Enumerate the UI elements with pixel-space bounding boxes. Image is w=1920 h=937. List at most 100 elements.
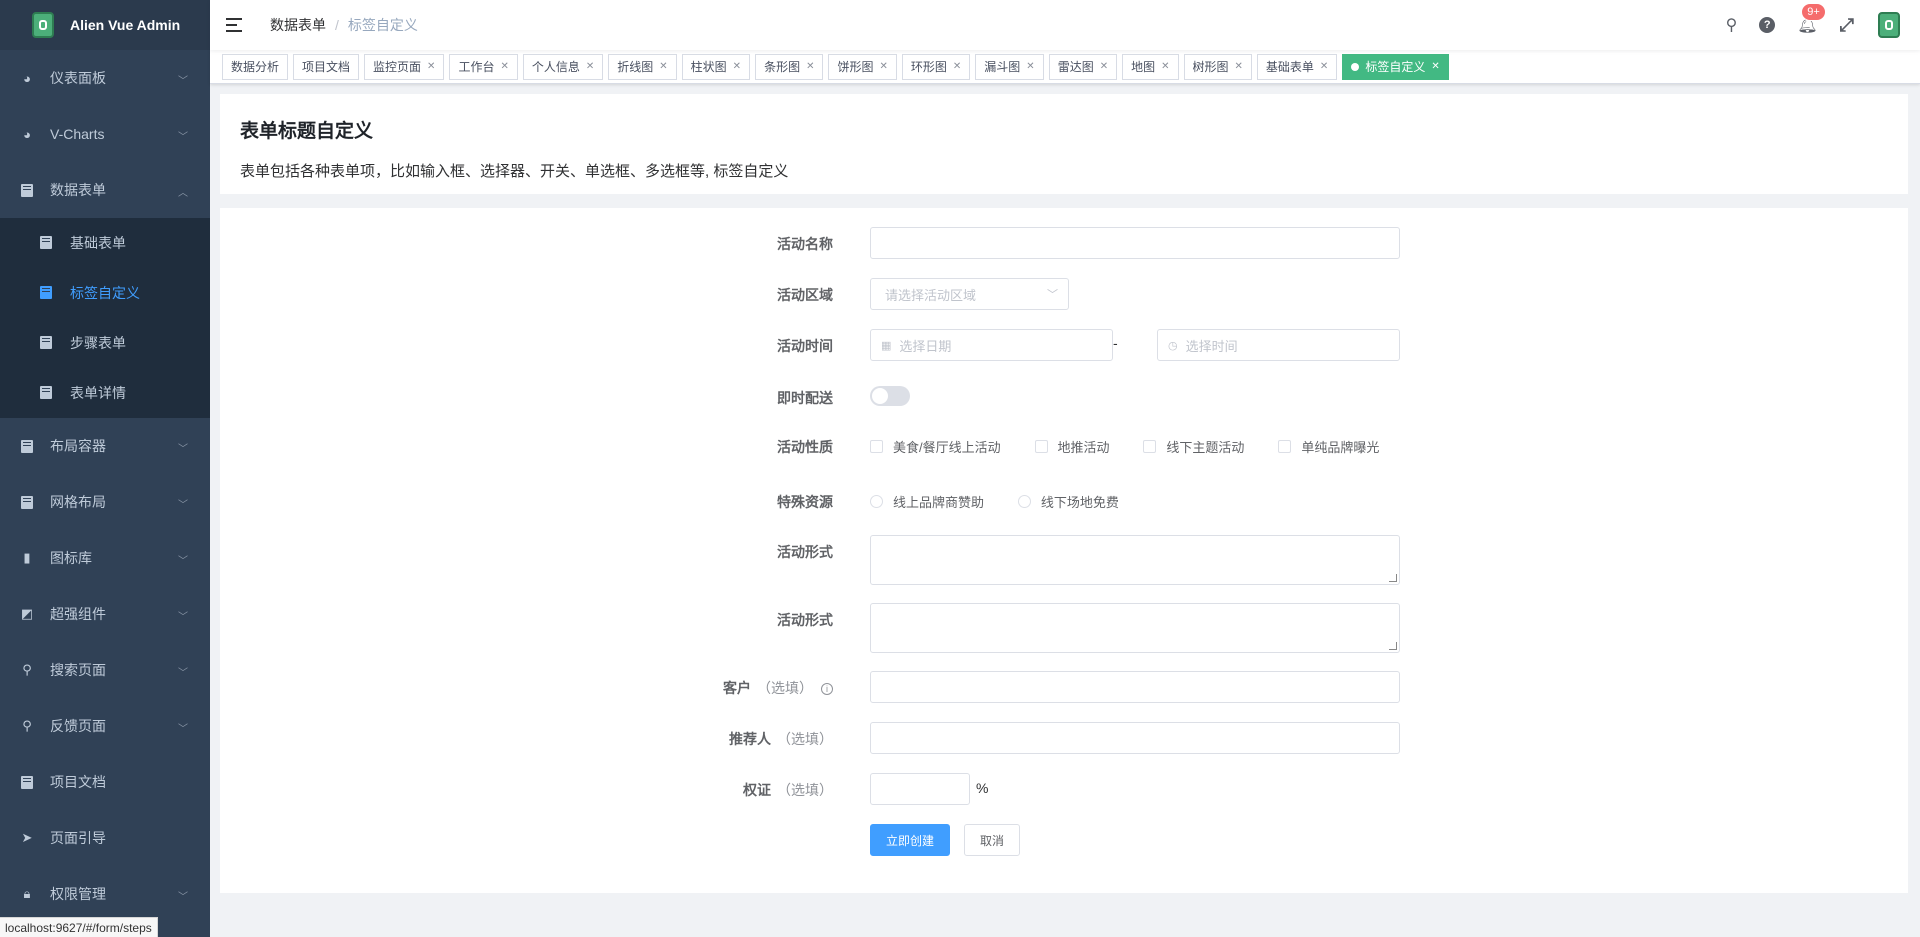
field-label: 活动形式 [777,544,833,560]
sidebar-item-label: 布局容器 [50,438,106,454]
sidebar-subitem-basic-form[interactable]: 基础表单 [0,218,210,268]
delivery-switch[interactable] [870,386,910,406]
close-icon[interactable]: ✕ [879,55,887,79]
date-picker[interactable]: ▦ 选择日期 [870,329,1113,361]
time-picker[interactable]: ◷ 选择时间 [1157,329,1400,361]
close-icon[interactable]: ✕ [953,55,961,79]
time-placeholder: 选择时间 [1185,338,1238,354]
client-input[interactable] [870,671,1400,703]
tag-item[interactable]: 数据分析 [222,53,289,80]
close-icon[interactable]: ✕ [1026,55,1034,79]
tag-item-active[interactable]: 标签自定义 ✕ [1342,53,1449,80]
close-icon[interactable]: ✕ [1235,55,1243,79]
sidebar-item-docs[interactable]: 项目文档 [0,754,210,810]
type-checkbox[interactable]: 线下主题活动 [1143,437,1244,456]
region-select[interactable]: 请选择活动区域 ﹀ [870,278,1069,310]
tag-item[interactable]: 饼形图 ✕ [828,53,897,80]
tag-item[interactable]: 条形图 ✕ [755,53,824,80]
sidebar-item-components[interactable]: ◩ 超强组件 ﹀ [0,586,210,642]
info-icon[interactable]: i [821,683,833,695]
equity-input[interactable] [870,773,970,805]
tag-item[interactable]: 监控页面 ✕ [364,53,445,80]
sidebar-item-vcharts[interactable]: ◕ V-Charts ﹀ [0,106,210,162]
sidebar-item-dashboard[interactable]: ◕ 仪表面板 ﹀ [0,50,210,106]
sidebar-subitem-step-form[interactable]: 步骤表单 [0,318,210,368]
checkbox-box [1034,440,1048,453]
resource-radio[interactable]: 线下场地免费 [1017,492,1119,511]
tag-label: 柱状图 [690,59,727,74]
tag-item[interactable]: 雷达图 ✕ [1048,53,1118,80]
sidebar-item-permission[interactable]: 🔒︎ 权限管理 ﹀ [0,866,210,922]
breadcrumb-current: 标签自定义 [347,17,418,33]
close-icon[interactable]: ✕ [1100,55,1108,79]
referrer-input[interactable] [870,722,1400,754]
sidebar-subitem-form-detail[interactable]: 表单详情 [0,368,210,418]
tag-item[interactable]: 漏斗图 ✕ [975,53,1044,80]
field-label: 活动形式 [777,612,833,628]
resource-radio[interactable]: 线上品牌商赞助 [870,492,984,511]
sidebar-item-layout[interactable]: 布局容器 ﹀ [0,418,210,474]
close-icon[interactable]: ✕ [806,55,814,79]
sidebar-item-icons[interactable]: ▮ 图标库 ﹀ [0,530,210,586]
sidebar-item-search[interactable]: ⚲ 搜索页面 ﹀ [0,642,210,698]
close-icon[interactable]: ✕ [586,55,594,79]
tag-item[interactable]: 折线图 ✕ [608,53,677,80]
tag-item[interactable]: 环形图 ✕ [901,53,971,80]
activity-form-textarea-2[interactable] [870,603,1400,653]
close-icon[interactable]: ✕ [500,55,508,79]
page-title: 表单标题自定义 [240,121,374,142]
hamburger-icon[interactable] [226,17,244,33]
sidebar-item-data-form[interactable]: 数据表单 ︿ [0,162,210,218]
tag-label: 环形图 [910,59,947,74]
activity-name-input[interactable] [870,227,1400,259]
tag-item[interactable]: 工作台 ✕ [449,53,518,80]
sidebar-item-grid[interactable]: 网格布局 ﹀ [0,474,210,530]
fullscreen-icon[interactable]: ⤢ [1840,15,1854,36]
sidebar-item-guide[interactable]: ➤ 页面引导 [0,810,210,866]
tag-item[interactable]: 树形图 ✕ [1183,53,1252,80]
type-checkbox[interactable]: 美食/餐厅线上活动 [870,437,1001,456]
tag-item[interactable]: 柱状图 ✕ [681,53,751,80]
help-icon[interactable]: ? [1759,17,1776,33]
bell-icon[interactable]: 🔔︎ 9+ [1797,3,1826,35]
type-checkbox[interactable]: 单纯品牌曝光 [1278,437,1379,456]
sidebar-subitem-label: 基础表单 [70,235,126,251]
breadcrumb-parent[interactable]: 数据表单 [270,15,326,35]
close-icon[interactable]: ✕ [427,55,435,79]
tag-label: 树形图 [1192,59,1229,74]
cancel-button[interactable]: 取消 [964,824,1020,856]
close-icon[interactable]: ✕ [1320,55,1328,79]
breadcrumb-separator: / [335,17,339,33]
tag-label: 地图 [1131,59,1156,74]
chevron-down-icon: ﹀ [178,668,188,679]
sidebar-subitem-custom-label[interactable]: 标签自定义 [0,268,210,318]
close-icon[interactable]: ✕ [659,55,667,79]
type-checkbox[interactable]: 地推活动 [1034,437,1110,456]
percent-suffix: % [976,780,989,796]
checkbox-box [1278,440,1292,453]
close-icon[interactable]: ✕ [733,55,741,79]
tag-item[interactable]: 基础表单 ✕ [1256,53,1338,80]
tag-item[interactable]: 地图 ✕ [1122,53,1179,80]
sidebar-subitem-label: 表单详情 [70,385,126,401]
search-icon: ⚲ [22,662,32,677]
search-icon[interactable]: ⚲ [1726,15,1738,35]
checkbox-label: 单纯品牌曝光 [1301,440,1380,455]
submit-button[interactable]: 立即创建 [870,824,950,856]
document-icon [20,183,34,197]
avatar[interactable] [1878,12,1900,38]
activity-form-textarea-1[interactable] [870,535,1400,585]
document-icon [40,386,54,400]
document-icon [20,439,34,453]
close-icon[interactable]: ✕ [1431,55,1439,79]
field-label: 权证 （选填） [743,780,833,800]
page-description: 表单包括各种表单项，比如输入框、选择器、开关、单选框、多选框等, 标签自定义 [240,163,789,180]
sidebar-item-feedback[interactable]: ⚲ 反馈页面 ﹀ [0,698,210,754]
sidebar: Alien Vue Admin ◕ 仪表面板 ﹀ ◕ V-Charts ﹀ 数据… [0,0,210,937]
tag-item[interactable]: 项目文档 [293,53,360,80]
resource-radio-group: 线上品牌商赞助 线下场地免费 [870,492,1149,511]
logo[interactable]: Alien Vue Admin [0,0,210,50]
close-icon[interactable]: ✕ [1161,55,1169,79]
sidebar-item-label: 搜索页面 [50,662,106,678]
tag-item[interactable]: 个人信息 ✕ [522,53,604,80]
